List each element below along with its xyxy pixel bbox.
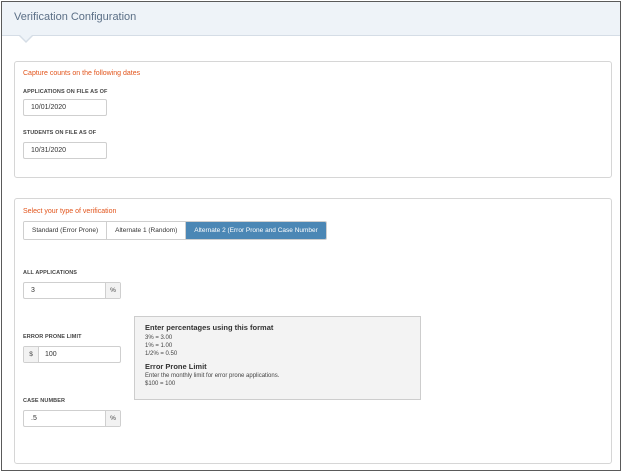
help-line: 1/2% = 0.50 <box>145 351 178 357</box>
verification-heading: Select your type of verification <box>23 208 117 215</box>
applications-date-input[interactable]: 10/01/2020 <box>23 99 107 116</box>
applications-on-file-label: APPLICATIONS ON FILE AS OF <box>23 89 108 95</box>
verification-type-tabs: Standard (Error Prone) Alternate 1 (Rand… <box>23 221 327 240</box>
help-title-error-prone: Error Prone Limit <box>145 362 207 371</box>
error-prone-limit-input[interactable]: $ 100 <box>23 346 121 363</box>
error-prone-limit-label: ERROR PRONE LIMIT <box>23 334 82 340</box>
case-number-value: .5 <box>31 415 37 422</box>
case-number-label: CASE NUMBER <box>23 398 66 404</box>
all-applications-input[interactable]: 3 % <box>23 282 121 299</box>
percent-addon-case: % <box>105 411 120 426</box>
help-line: Enter the monthly limit for error prone … <box>145 373 280 379</box>
help-info-box: Enter percentages using this format 3% =… <box>134 316 421 400</box>
help-line: 1% = 1.00 <box>145 343 173 349</box>
capture-heading: Capture counts on the following dates <box>23 70 141 77</box>
case-number-input[interactable]: .5 % <box>23 410 121 427</box>
tab-standard[interactable]: Standard (Error Prone) <box>24 222 108 239</box>
verification-type-card: Select your type of verification Standar… <box>14 198 612 464</box>
help-line: $100 = 100 <box>145 381 176 387</box>
error-prone-limit-value: 100 <box>45 351 57 358</box>
help-line: 3% = 3.00 <box>145 335 173 341</box>
tab-alternate-2[interactable]: Alternate 2 (Error Prone and Case Number <box>186 222 326 239</box>
dollar-addon: $ <box>24 347 39 362</box>
all-applications-value: 3 <box>31 287 35 294</box>
verification-config-window: Verification Configuration Capture count… <box>1 1 621 471</box>
students-on-file-label: STUDENTS ON FILE AS OF <box>23 130 97 136</box>
page-header: Verification Configuration <box>2 2 620 36</box>
help-title-percentages: Enter percentages using this format <box>145 323 274 332</box>
students-date-input[interactable]: 10/31/2020 <box>23 142 107 159</box>
percent-addon: % <box>105 283 120 298</box>
tab-alternate-1[interactable]: Alternate 1 (Random) <box>107 222 187 239</box>
capture-dates-card: Capture counts on the following dates AP… <box>14 61 612 178</box>
page-title: Verification Configuration <box>14 11 137 23</box>
all-applications-label: ALL APPLICATIONS <box>23 270 78 276</box>
